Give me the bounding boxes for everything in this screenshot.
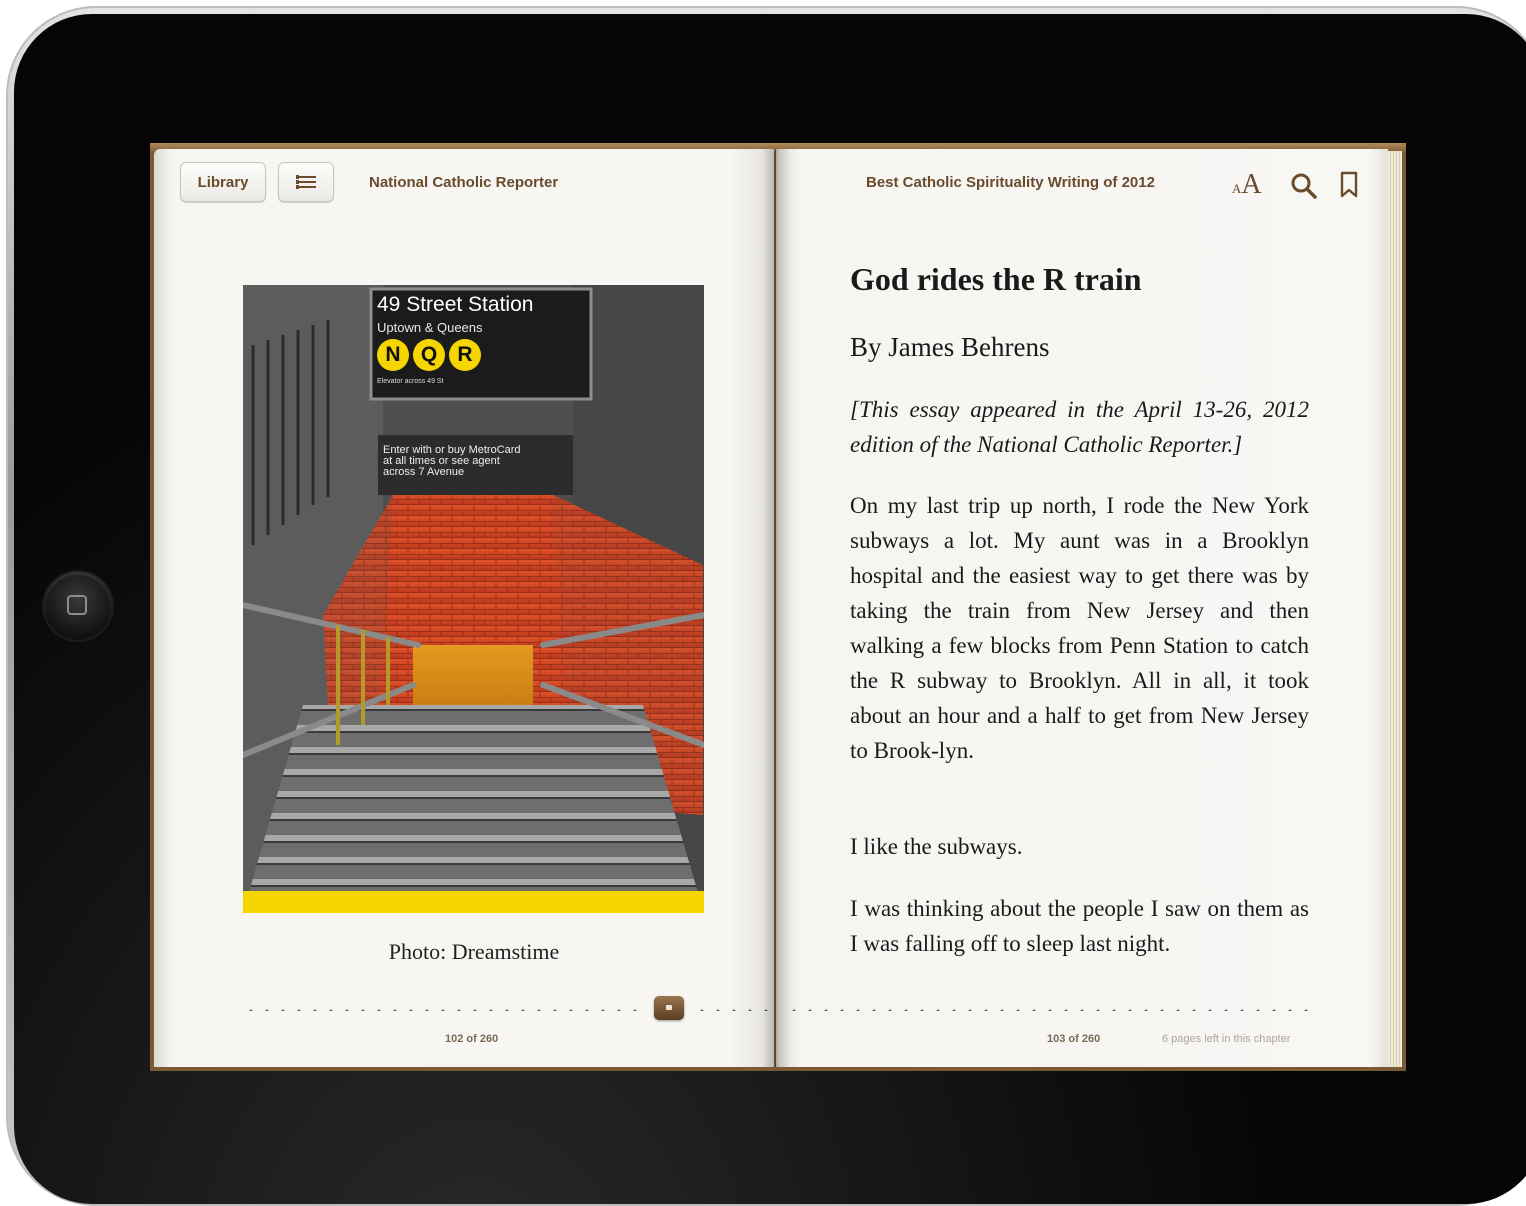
pages-left-in-chapter: 6 pages left in this chapter [1162, 1033, 1291, 1045]
line-n-badge: N [377, 339, 409, 371]
home-square-icon [67, 595, 87, 615]
left-page-number: 102 of 260 [445, 1033, 499, 1045]
library-button[interactable]: Library [180, 162, 266, 202]
table-of-contents-button[interactable] [278, 162, 334, 202]
byline: By James Behrens [850, 332, 1050, 362]
body-paragraph: On my last trip up north, I rode the New… [850, 493, 1309, 763]
search-icon[interactable] [1290, 172, 1318, 200]
page-scrubber-track-right[interactable] [786, 1009, 1311, 1011]
body-paragraph: I was thinking about the people I saw on… [850, 896, 1309, 956]
essay-note: [This essay appeared in the April 13-26,… [850, 397, 1309, 457]
font-size-icon[interactable]: AA [1232, 169, 1262, 201]
font-size-small-a: A [1232, 181, 1242, 196]
left-page[interactable]: Library National Catholic Reporter 49 St… [154, 149, 776, 1067]
subway-line-badges: N Q R [377, 339, 481, 371]
station-sign-title: 49 Street Station [377, 293, 534, 316]
station-sign-subtitle: Uptown & Queens [377, 320, 483, 335]
metrocard-sign-line-3: across 7 Avenue [383, 466, 465, 478]
photo-caption: Photo: Dreamstime [388, 939, 560, 964]
page-scrubber-track-left[interactable] [243, 1009, 643, 1011]
line-q-badge: Q [413, 339, 445, 371]
right-page[interactable]: Best Catholic Spirituality Writing of 20… [776, 149, 1388, 1067]
body-paragraph: I like the subways. [850, 834, 1023, 859]
metrocard-sign: Enter with or buy MetroCard at all times… [383, 445, 521, 478]
right-header-title: Best Catholic Spirituality Writing of 20… [866, 174, 1155, 191]
chapter-title: God rides the R train [850, 261, 1142, 297]
ibooks-screen: Library National Catholic Reporter 49 St… [150, 143, 1406, 1071]
bookmark-icon[interactable] [1340, 171, 1358, 199]
station-sign-note: Elevator across 49 St [377, 378, 444, 385]
home-button[interactable] [44, 572, 112, 640]
line-r-badge: R [449, 339, 481, 371]
library-button-label: Library [197, 173, 249, 191]
font-size-large-a: A [1241, 169, 1262, 200]
subway-stairs-illustration [243, 285, 704, 913]
list-icon [296, 174, 316, 190]
left-header-title: National Catholic Reporter [369, 174, 559, 191]
right-page-number: 103 of 260 [1047, 1033, 1101, 1045]
book-gutter [762, 149, 790, 1067]
subway-station-photo: 49 Street Station Uptown & Queens N Q R … [243, 285, 704, 913]
page-scrubber-handle[interactable] [654, 996, 684, 1020]
page-stack-edge [1388, 151, 1402, 1067]
